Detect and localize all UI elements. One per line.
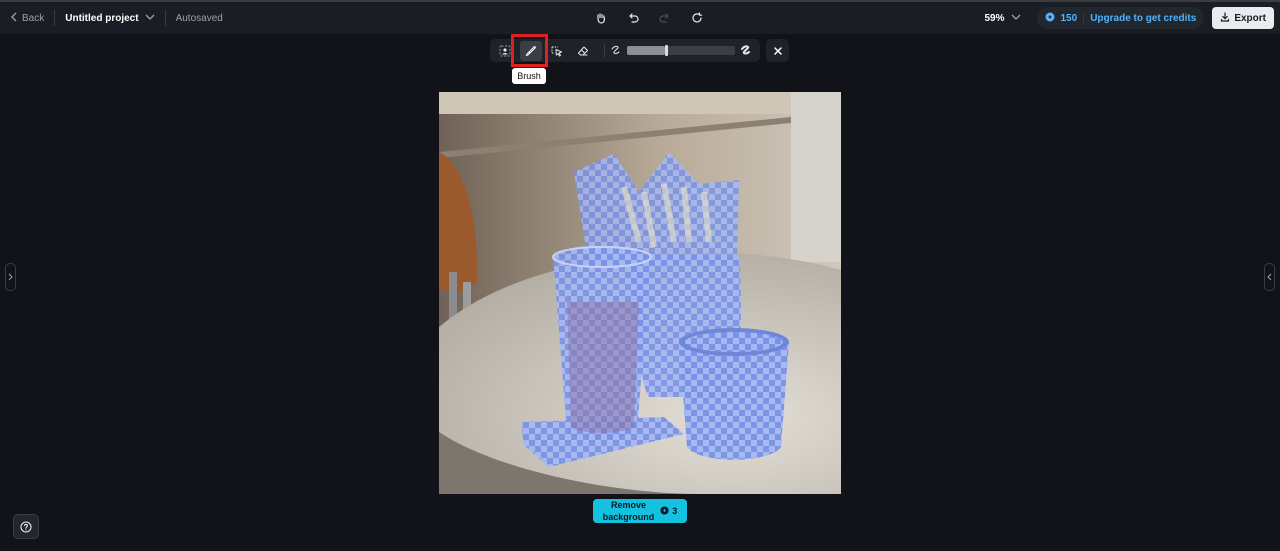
credit-coin-icon [660, 505, 669, 517]
undo-icon [629, 13, 639, 23]
zoom-level: 59% [984, 12, 1005, 24]
zoom-dropdown[interactable]: 59% [984, 13, 1020, 24]
redo-button[interactable] [654, 7, 676, 29]
chevron-left-icon [1267, 273, 1272, 281]
pan-hand-button[interactable] [590, 7, 612, 29]
photo-preview [439, 92, 841, 494]
divider [54, 10, 56, 26]
brush-tooltip: Brush [512, 68, 546, 84]
close-toolbar-button[interactable] [766, 39, 789, 62]
upgrade-link[interactable]: Upgrade to get credits [1083, 12, 1196, 24]
remove-background-label-line1: Remove [610, 500, 646, 510]
back-label: Back [22, 12, 45, 24]
help-icon [20, 520, 32, 533]
divider [164, 10, 166, 26]
export-button[interactable]: Export [1212, 7, 1274, 29]
cursor-select-icon [551, 46, 562, 56]
help-button[interactable] [13, 514, 39, 539]
brush-size-slider-fill [627, 46, 665, 55]
credit-count: 150 [1060, 12, 1078, 24]
divider [604, 43, 605, 58]
undo-button[interactable] [622, 7, 644, 29]
chevron-down-icon [145, 13, 155, 24]
project-title-dropdown[interactable]: Untitled project [65, 12, 155, 24]
export-label: Export [1234, 12, 1266, 24]
top-bar: Back Untitled project Autosaved 59% 150 … [0, 0, 1280, 34]
project-title: Untitled project [65, 12, 139, 24]
right-panel-toggle[interactable] [1264, 263, 1275, 291]
brush-size-slider[interactable] [627, 45, 735, 56]
highlight-box [511, 34, 548, 67]
credit-coin-icon [1045, 12, 1055, 25]
brush-size-large-icon [741, 42, 751, 60]
credit-cost: 3 [660, 505, 678, 517]
top-bar-left: Back Untitled project Autosaved [10, 2, 223, 34]
history-controls [590, 2, 708, 34]
credit-cost-value: 3 [672, 506, 678, 516]
chevron-down-icon [1011, 13, 1021, 24]
download-icon [1220, 11, 1230, 25]
image-canvas[interactable] [439, 92, 841, 494]
person-select-icon [499, 45, 511, 56]
hand-icon [597, 13, 606, 24]
chevron-left-icon [10, 12, 18, 25]
lasso-select-button[interactable] [546, 41, 568, 61]
remove-background-label-line2: background [602, 512, 655, 522]
remove-background-label: Remove background [603, 499, 655, 523]
left-panel-toggle[interactable] [5, 263, 16, 291]
chevron-right-icon [8, 273, 13, 281]
redo-icon [659, 13, 669, 23]
top-bar-right: 59% 150 Upgrade to get credits Export [984, 2, 1274, 34]
brush-size-small-icon [611, 42, 621, 60]
brush-size-slider-handle[interactable] [664, 45, 668, 56]
credits-pill: 150 Upgrade to get credits [1036, 7, 1205, 29]
eraser-icon [578, 46, 588, 55]
back-button[interactable]: Back [10, 12, 44, 25]
refresh-icon [692, 12, 703, 23]
close-icon [773, 46, 782, 55]
remove-background-button[interactable]: Remove background 3 [593, 499, 687, 523]
reset-button[interactable] [686, 7, 708, 29]
save-status: Autosaved [175, 12, 223, 24]
eraser-tool-button[interactable] [572, 41, 594, 61]
